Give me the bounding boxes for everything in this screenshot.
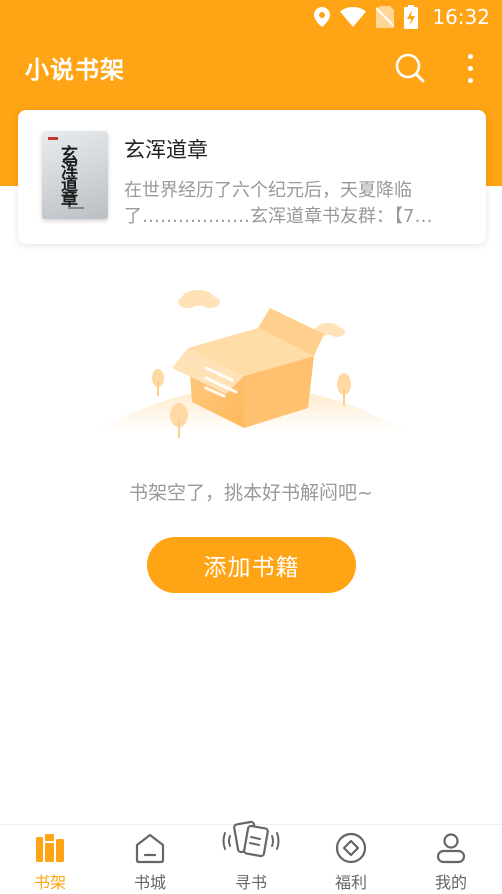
nav-item-welfare[interactable]: 福利 [301, 825, 401, 894]
nav-label-find-book: 寻书 [234, 873, 267, 892]
no-sim-icon [376, 6, 395, 28]
book-description: 在世界经历了六个纪元后，天夏降临了………………玄浑道章书友群：【7… [124, 180, 433, 227]
nav-label-profile: 我的 [434, 873, 467, 892]
cloud-left [178, 290, 220, 308]
empty-shelf-message: 书架空了，挑本好书解闷吧~ [129, 482, 373, 504]
search-button[interactable] [392, 50, 428, 86]
nav-label-welfare: 福利 [334, 873, 367, 892]
nav-item-bookshelf[interactable]: 书架 [0, 825, 100, 894]
cover-logo-mark [48, 137, 58, 140]
status-bar: 16:32 [0, 0, 502, 34]
bookstore-icon [135, 833, 165, 864]
status-time: 16:32 [432, 5, 490, 29]
cover-author-line [68, 207, 84, 209]
book-title: 玄浑道章 [124, 138, 208, 162]
find-book-cards-icon [222, 820, 280, 858]
profile-icon [436, 833, 466, 864]
status-icons: 16:32 [314, 5, 490, 29]
more-dot [467, 77, 473, 83]
bookshelf-icon [36, 834, 64, 862]
nav-label-bookstore: 书城 [133, 873, 166, 892]
more-menu-button[interactable] [455, 50, 485, 86]
wifi-icon [340, 7, 367, 27]
nav-item-bookstore[interactable]: 书城 [100, 825, 200, 894]
empty-box-illustration [94, 290, 408, 438]
book-cover: 玄浑道章 [42, 131, 108, 219]
battery-charging-icon [404, 5, 419, 29]
more-vertical-icon [467, 53, 473, 59]
nav-label-bookshelf: 书架 [33, 873, 66, 892]
bottom-navigation: 书架 书城 寻书 福利 我的 [0, 820, 502, 894]
add-book-button[interactable]: 添加书籍 [147, 537, 356, 593]
more-dot [467, 65, 473, 71]
nav-item-find-book[interactable]: 寻书 [201, 820, 301, 894]
cover-title: 玄浑道章 [57, 145, 77, 205]
coin-icon [335, 832, 367, 864]
recommended-book-card[interactable]: 玄浑道章 玄浑道章 在世界经历了六个纪元后，天夏降临了………………玄浑道章书友群… [18, 110, 486, 244]
nav-item-profile[interactable]: 我的 [401, 825, 501, 894]
page-title: 小说书架 [25, 55, 125, 84]
location-icon [314, 7, 331, 27]
search-icon [395, 53, 425, 83]
